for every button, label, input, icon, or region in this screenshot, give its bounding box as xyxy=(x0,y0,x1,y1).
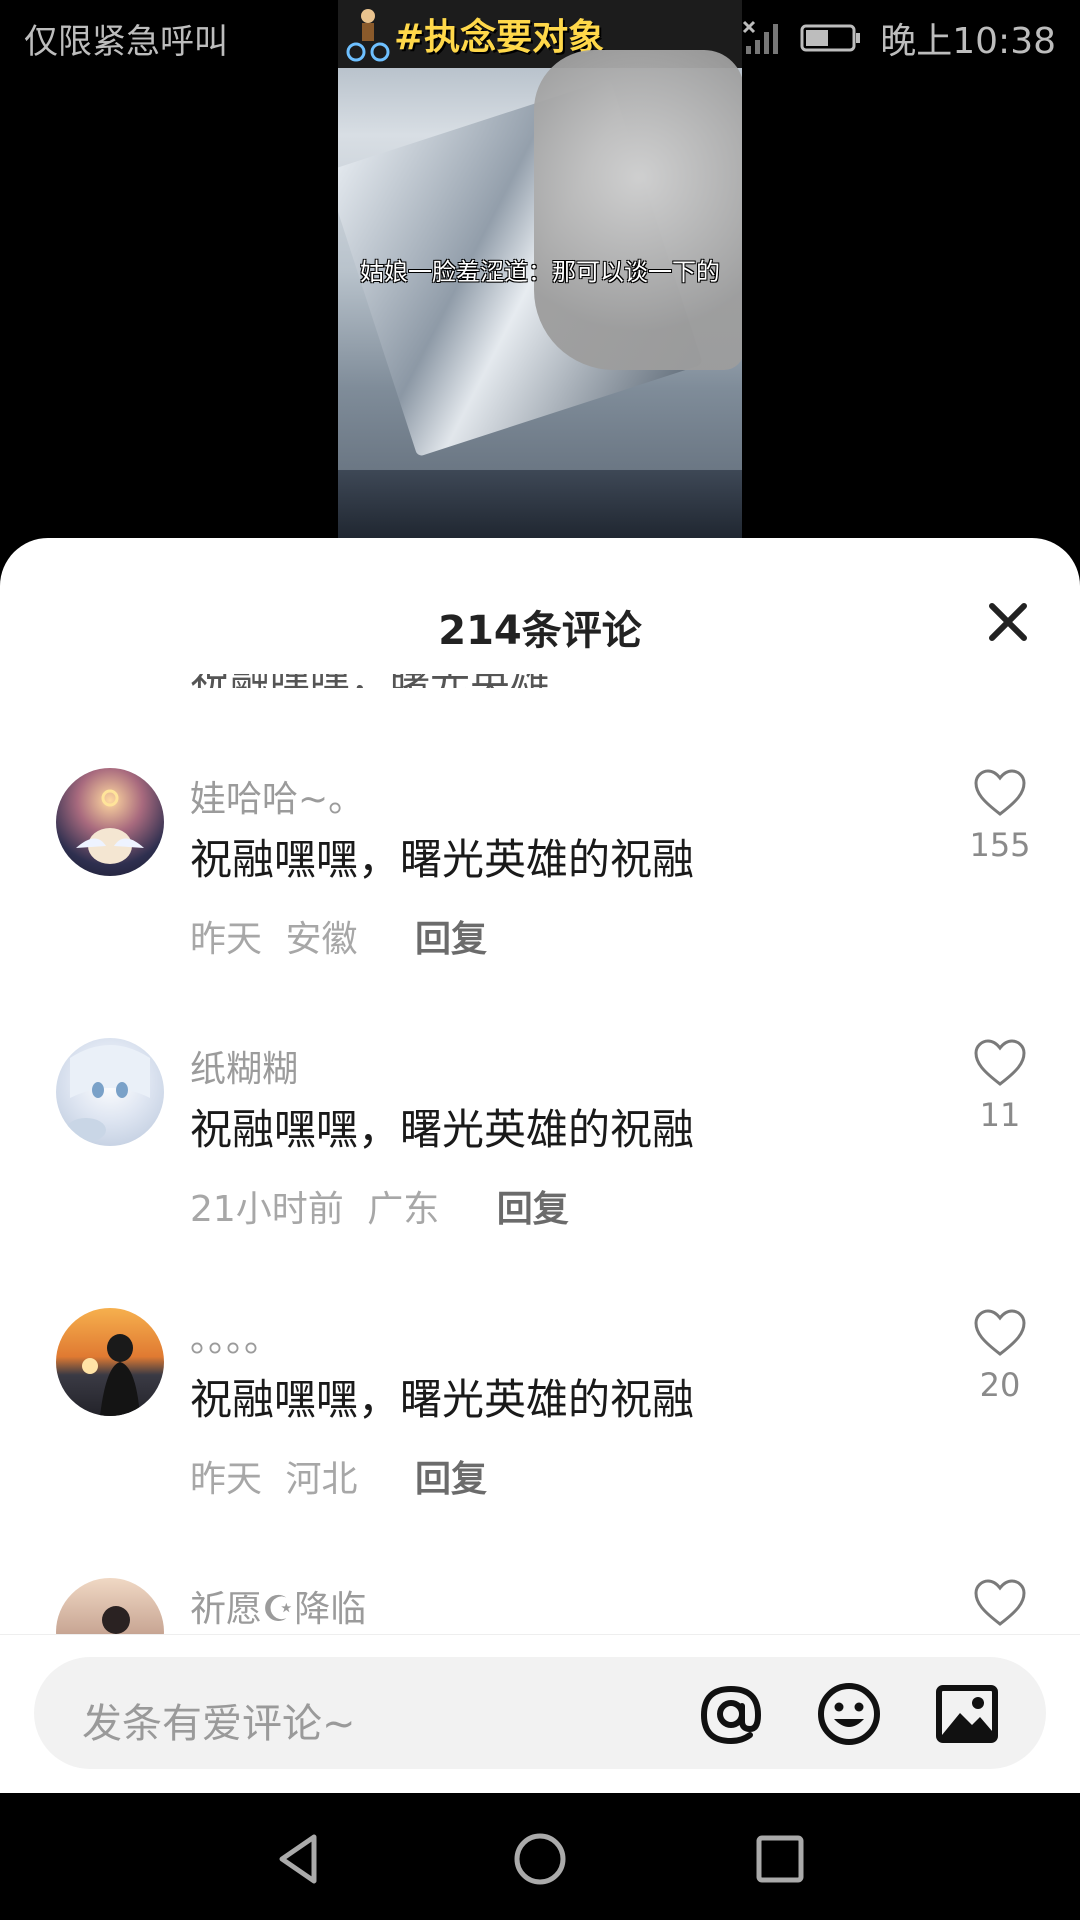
like-button[interactable]: 155 xyxy=(968,768,1032,864)
back-icon[interactable] xyxy=(270,1829,330,1889)
comment-sheet: 214条评论 祝融嘿嘿，曙光英雄 娃哈哈~。 祝融嘿嘿，曙光英雄的祝融 昨天 安… xyxy=(0,538,1080,1793)
comment-text[interactable]: 祝融嘿嘿，曙光英雄的祝融 xyxy=(190,1366,694,1427)
video-topic-tag[interactable]: #执念要对象 xyxy=(394,8,604,60)
heart-icon[interactable] xyxy=(973,1038,1027,1088)
video-frame-glove xyxy=(534,50,742,370)
comment-username[interactable]: 纸糊糊 xyxy=(190,1040,298,1092)
comment-meta: 昨天 河北 回复 xyxy=(190,1450,487,1502)
comment-time: 21小时前 xyxy=(190,1189,344,1230)
clock: 晚上10:38 xyxy=(880,21,1056,62)
comment-text[interactable]: 祝融嘿嘿，曙光英雄的祝融 xyxy=(190,1096,694,1157)
avatar[interactable] xyxy=(56,1038,164,1146)
comment-location: 安徽 xyxy=(285,919,358,960)
no-signal-icon xyxy=(743,20,779,54)
like-count: 20 xyxy=(979,1366,1021,1404)
comment-input-placeholder[interactable]: 发条有爱评论~ xyxy=(82,1691,356,1749)
image-icon[interactable] xyxy=(932,1679,1002,1749)
close-icon[interactable] xyxy=(980,594,1036,650)
home-icon[interactable] xyxy=(510,1829,570,1889)
comment-location: 河北 xyxy=(285,1459,358,1500)
comment-item: 。。。。 祝融嘿嘿，曙光英雄的祝融 昨天 河北 回复 20 xyxy=(0,1308,1080,1568)
emoji-icon[interactable] xyxy=(814,1679,884,1749)
video-subtitle: 姑娘一脸羞涩道：那可以谈一下的 xyxy=(360,258,720,286)
avatar[interactable] xyxy=(56,768,164,876)
battery-icon xyxy=(800,24,861,52)
input-actions xyxy=(696,1679,1002,1749)
comment-username[interactable]: 。。。。 xyxy=(190,1310,280,1362)
video-bottom-band xyxy=(338,470,742,540)
reply-button[interactable]: 回复 xyxy=(415,919,487,960)
comment-location: 广东 xyxy=(367,1189,440,1230)
comment-count-title: 214条评论 xyxy=(438,608,642,654)
avatar[interactable] xyxy=(56,1308,164,1416)
comment-username[interactable]: 娃哈哈~。 xyxy=(190,770,364,822)
comment-item: 娃哈哈~。 祝融嘿嘿，曙光英雄的祝融 昨天 安徽 回复 155 xyxy=(0,768,1080,1028)
comment-time: 昨天 xyxy=(190,919,263,960)
reply-button[interactable]: 回复 xyxy=(415,1459,487,1500)
like-button[interactable]: 11 xyxy=(968,1038,1032,1134)
scrolled-comment-fragment: 祝融嘿嘿，曙光英雄 xyxy=(190,674,550,688)
reply-button[interactable]: 回复 xyxy=(497,1189,569,1230)
comment-time: 昨天 xyxy=(190,1459,263,1500)
video-player[interactable]: #执念要对象 姑娘一脸羞涩道：那可以谈一下的 xyxy=(338,0,742,540)
like-count: 155 xyxy=(969,826,1031,864)
comment-username[interactable]: 祈愿☪降临 xyxy=(190,1580,366,1632)
heart-icon[interactable] xyxy=(973,1578,1027,1628)
like-button[interactable]: 20 xyxy=(968,1308,1032,1404)
heart-icon[interactable] xyxy=(973,768,1027,818)
comment-meta: 21小时前 广东 回复 xyxy=(190,1180,569,1232)
comment-text[interactable]: 祝融嘿嘿，曙光英雄的祝融 xyxy=(190,826,694,887)
system-navigation-bar xyxy=(0,1793,1080,1920)
comment-input-area: 发条有爱评论~ xyxy=(0,1634,1080,1794)
like-count: 11 xyxy=(979,1096,1021,1134)
recents-icon[interactable] xyxy=(750,1829,810,1889)
comment-item: 纸糊糊 祝融嘿嘿，曙光英雄的祝融 21小时前 广东 回复 11 xyxy=(0,1038,1080,1298)
cyclist-sticker-icon xyxy=(346,9,390,62)
heart-icon[interactable] xyxy=(973,1308,1027,1358)
comment-meta: 昨天 安徽 回复 xyxy=(190,910,487,962)
comment-input[interactable]: 发条有爱评论~ xyxy=(34,1657,1046,1769)
carrier-text: 仅限紧急呼叫 xyxy=(24,22,228,62)
like-button[interactable] xyxy=(968,1578,1032,1628)
at-icon[interactable] xyxy=(696,1679,766,1749)
